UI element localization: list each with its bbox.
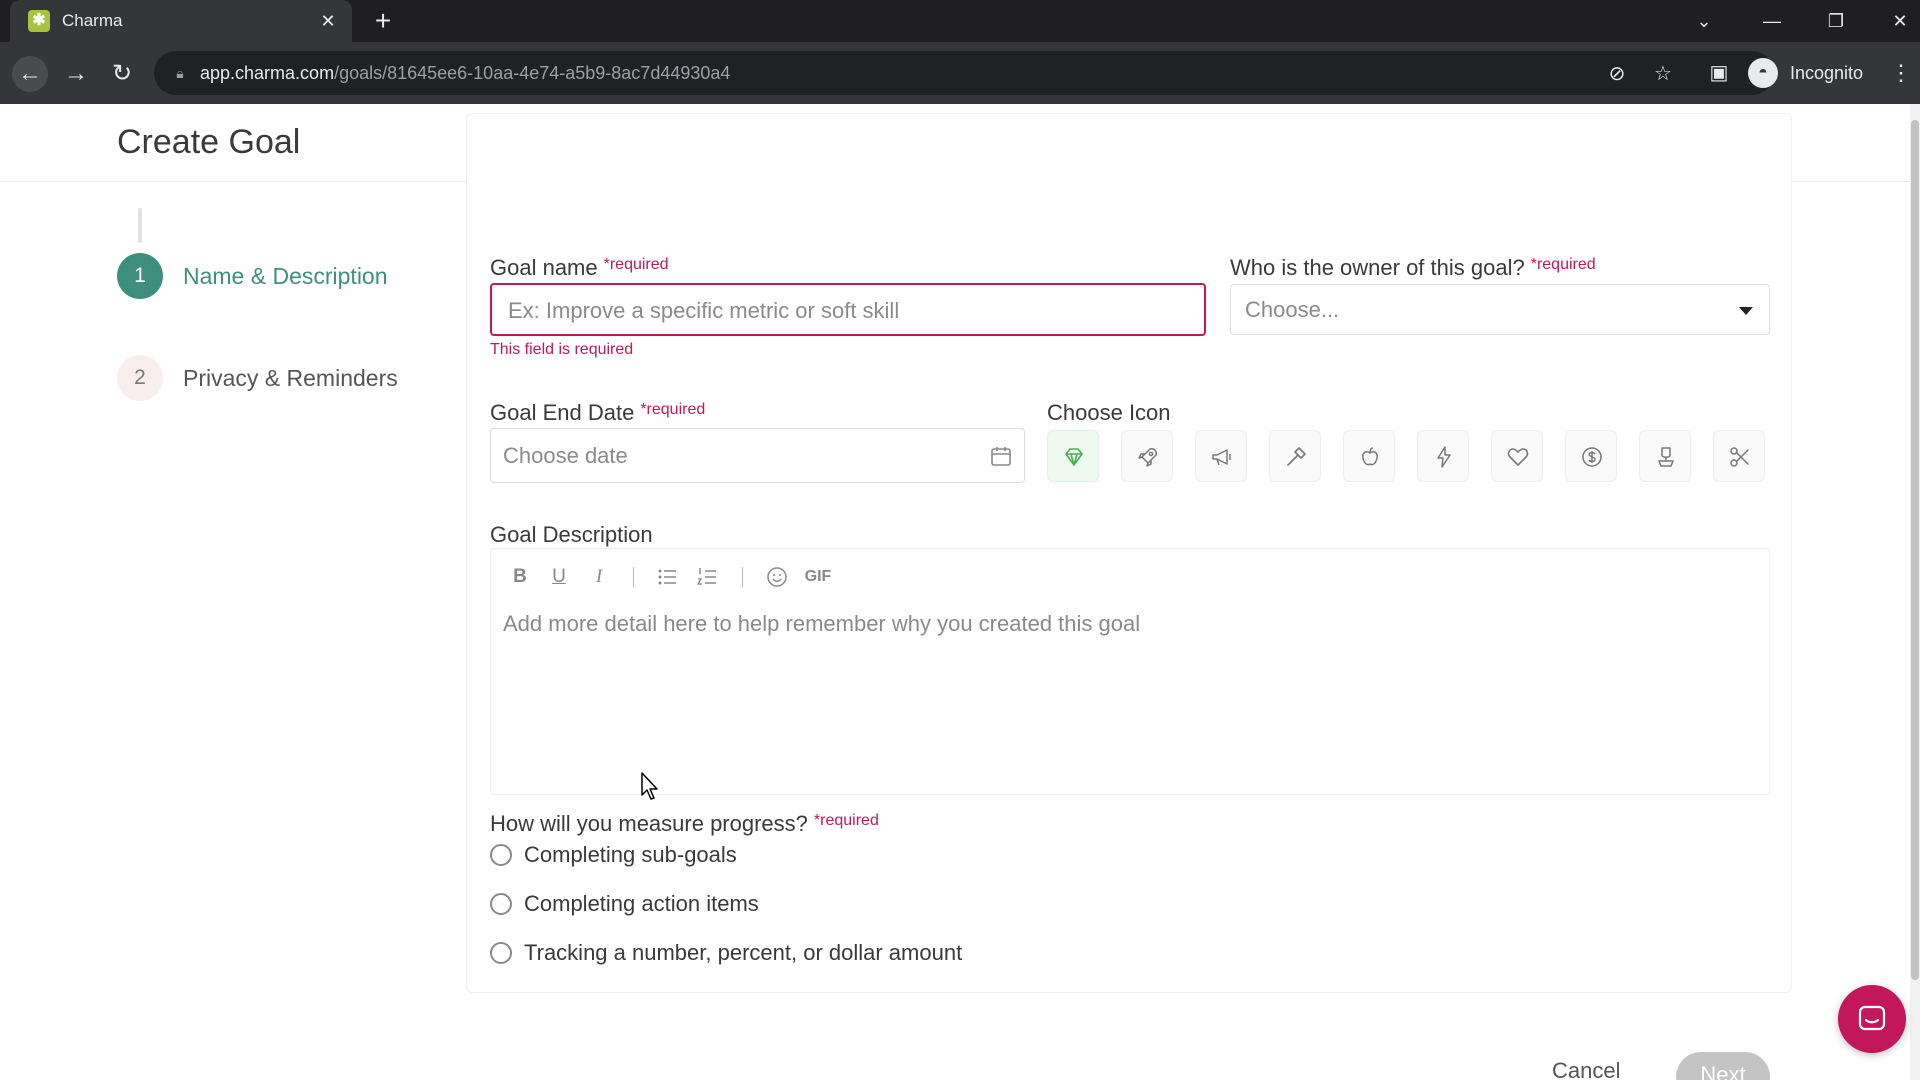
italic-button[interactable]: I xyxy=(588,565,610,589)
tab-search-icon[interactable]: ⌄ xyxy=(1684,4,1724,38)
bookmark-star-icon[interactable]: ☆ xyxy=(1650,61,1676,87)
goal-name-error: This field is required xyxy=(490,341,634,358)
description-placeholder: Add more detail here to help remember wh… xyxy=(503,611,1141,636)
bold-button[interactable]: B xyxy=(509,565,531,589)
scissors-icon xyxy=(1730,447,1749,467)
browser-tab[interactable]: ✱ Charma ✕ xyxy=(10,0,352,42)
radio-button[interactable] xyxy=(490,893,512,915)
new-tab-button[interactable]: + xyxy=(368,6,398,36)
calendar-icon[interactable] xyxy=(989,444,1013,468)
restore-icon[interactable]: ❐ xyxy=(1816,4,1856,38)
owner-select[interactable]: Choose... xyxy=(1230,284,1770,335)
description-editor[interactable]: B U I GIF Add more detail here to help r… xyxy=(490,548,1770,795)
end-date-placeholder: Choose date xyxy=(503,443,628,468)
rocket-icon xyxy=(1138,448,1157,467)
step-connector xyxy=(138,208,142,243)
close-tab-icon[interactable]: ✕ xyxy=(316,9,340,33)
radio-label: Completing sub-goals xyxy=(524,842,737,867)
url-text: app.charma.com/goals/81645ee6-10aa-4e74-… xyxy=(200,63,731,83)
dollar-icon xyxy=(1582,447,1602,467)
icon-option-lightning[interactable] xyxy=(1417,430,1469,482)
choose-icon-label: Choose Icon xyxy=(1047,400,1171,425)
diamond-icon xyxy=(1065,448,1083,466)
icon-option-heart[interactable] xyxy=(1491,430,1543,482)
next-button[interactable]: Next xyxy=(1676,1052,1770,1080)
page-scrollbar-thumb[interactable] xyxy=(1911,120,1919,980)
step-number: 2 xyxy=(117,355,163,401)
address-bar[interactable]: 🔒︎ app.charma.com/goals/81645ee6-10aa-4e… xyxy=(154,51,1774,95)
icon-option-megaphone[interactable] xyxy=(1195,430,1247,482)
browser-toolbar: ← → ↻ 🔒︎ app.charma.com/goals/81645ee6-1… xyxy=(0,42,1920,104)
underline-button[interactable]: U xyxy=(548,565,570,589)
icon-option-hammer[interactable] xyxy=(1269,430,1321,482)
chat-icon xyxy=(1858,1005,1886,1031)
step-name-description[interactable]: 1 Name & Description xyxy=(117,253,388,299)
description-label: Goal Description xyxy=(490,522,653,547)
lightning-icon xyxy=(1437,446,1451,468)
browser-menu-icon[interactable]: ⋮ xyxy=(1890,58,1912,88)
radio-label: Tracking a number, percent, or dollar am… xyxy=(524,940,963,965)
required-marker: *required xyxy=(1530,256,1596,273)
chevron-down-icon xyxy=(1739,307,1753,315)
forward-button[interactable]: → xyxy=(58,56,94,92)
tab-title: Charma xyxy=(62,11,123,30)
hammer-icon xyxy=(1287,447,1306,466)
side-panel-icon[interactable]: ▣ xyxy=(1706,60,1732,86)
owner-selected-value: Choose... xyxy=(1245,297,1340,322)
page-title: Create Goal xyxy=(117,123,301,161)
radio-button[interactable] xyxy=(490,942,512,964)
step-label: Name & Description xyxy=(183,262,388,289)
icon-option-diamond[interactable] xyxy=(1047,430,1099,482)
incognito-icon: ◓ xyxy=(1748,58,1778,88)
radio-button[interactable] xyxy=(490,844,512,866)
required-marker: *required xyxy=(603,256,669,273)
minimize-icon[interactable]: — xyxy=(1752,4,1792,38)
icon-option-award[interactable] xyxy=(1639,430,1691,482)
step-privacy-reminders[interactable]: 2 Privacy & Reminders xyxy=(117,355,398,401)
emoji-icon[interactable] xyxy=(765,565,789,589)
measure-option-tracking-number[interactable]: Tracking a number, percent, or dollar am… xyxy=(490,938,962,968)
measure-progress-label: How will you measure progress? *required xyxy=(490,811,879,836)
apple-icon xyxy=(1362,447,1378,466)
browser-tabbar: ✱ Charma ✕ + ⌄ — ❐ ✕ xyxy=(0,0,1920,42)
required-marker: *required xyxy=(640,401,706,418)
award-icon xyxy=(1658,447,1674,467)
back-button[interactable]: ← xyxy=(12,56,48,92)
measure-option-action-items[interactable]: Completing action items xyxy=(490,889,759,919)
megaphone-icon xyxy=(1212,449,1231,466)
gif-button[interactable]: GIF xyxy=(803,565,833,589)
toolbar-divider xyxy=(742,567,743,587)
chat-launcher-button[interactable] xyxy=(1838,985,1906,1053)
numbered-list-icon[interactable] xyxy=(695,565,719,589)
charma-favicon-icon: ✱ xyxy=(28,10,50,32)
close-window-icon[interactable]: ✕ xyxy=(1880,4,1920,38)
end-date-input[interactable]: Choose date xyxy=(490,428,1025,483)
icon-option-dollar[interactable] xyxy=(1565,430,1617,482)
heart-icon xyxy=(1507,448,1529,466)
icon-option-scissors[interactable] xyxy=(1713,430,1765,482)
incognito-indicator[interactable]: ◓ Incognito xyxy=(1748,54,1863,92)
goal-name-label: Goal name *required xyxy=(490,255,669,280)
goal-name-input[interactable]: Ex: Improve a specific metric or soft sk… xyxy=(490,283,1206,336)
owner-label: Who is the owner of this goal? *required xyxy=(1230,255,1596,280)
measure-option-sub-goals[interactable]: Completing sub-goals xyxy=(490,840,737,870)
cancel-button[interactable]: Cancel xyxy=(1552,1058,1620,1080)
icon-option-apple[interactable] xyxy=(1343,430,1395,482)
end-date-label: Goal End Date *required xyxy=(490,400,706,425)
bullet-list-icon[interactable] xyxy=(655,565,679,589)
mouse-cursor-icon xyxy=(641,772,658,800)
step-number: 1 xyxy=(117,253,163,299)
reload-button[interactable]: ↻ xyxy=(104,56,140,92)
lock-icon[interactable]: 🔒︎ xyxy=(170,63,190,83)
goal-name-placeholder: Ex: Improve a specific metric or soft sk… xyxy=(508,298,900,323)
incognito-label: Incognito xyxy=(1790,62,1864,83)
toolbar-divider xyxy=(633,567,634,587)
eye-off-icon[interactable]: ⊘ xyxy=(1604,61,1630,87)
icon-option-rocket[interactable] xyxy=(1121,430,1173,482)
step-label: Privacy & Reminders xyxy=(183,364,398,391)
required-marker: *required xyxy=(813,812,879,829)
radio-label: Completing action items xyxy=(524,891,759,916)
